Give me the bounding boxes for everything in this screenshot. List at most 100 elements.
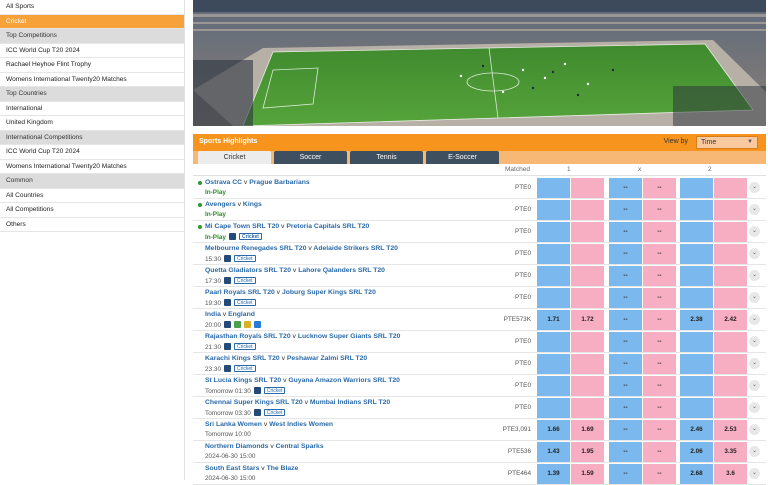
lay-odds-away[interactable]	[714, 244, 747, 264]
lay-odds-draw[interactable]: --	[643, 244, 676, 264]
lay-odds-home[interactable]	[571, 244, 604, 264]
sidebar-item[interactable]: Womens International Twenty20 Matches	[0, 160, 184, 174]
event-name-link[interactable]: Chennai Super Kings SRL T20 v Mumbai Ind…	[205, 399, 390, 406]
lay-odds-draw[interactable]: --	[643, 178, 676, 198]
back-odds-draw[interactable]: --	[609, 288, 642, 308]
back-odds-draw[interactable]: --	[609, 222, 642, 242]
lay-odds-draw[interactable]: --	[643, 398, 676, 418]
lay-odds-draw[interactable]: --	[643, 464, 676, 484]
back-odds-draw[interactable]: --	[609, 178, 642, 198]
lay-odds-away[interactable]: 3.6	[714, 464, 747, 484]
lay-odds-home[interactable]: 1.72	[571, 310, 604, 330]
lay-odds-away[interactable]	[714, 398, 747, 418]
back-odds-away[interactable]	[680, 398, 713, 418]
back-odds-away[interactable]	[680, 244, 713, 264]
back-odds-away[interactable]	[680, 332, 713, 352]
lay-odds-away[interactable]	[714, 288, 747, 308]
back-odds-home[interactable]	[537, 332, 570, 352]
lay-odds-draw[interactable]: --	[643, 288, 676, 308]
back-odds-draw[interactable]: --	[609, 200, 642, 220]
back-odds-home[interactable]	[537, 178, 570, 198]
tab-soccer[interactable]: Soccer	[274, 151, 347, 164]
back-odds-home[interactable]	[537, 266, 570, 286]
chevron-down-icon[interactable]: ⌄	[749, 446, 760, 457]
chevron-down-icon[interactable]: ⌄	[749, 248, 760, 259]
sidebar-item[interactable]: ICC World Cup T20 2024	[0, 145, 184, 160]
tab-cricket[interactable]: Cricket	[198, 151, 271, 164]
event-name-link[interactable]: Ostrava CC v Prague Barbarians	[205, 179, 310, 186]
back-odds-home[interactable]	[537, 222, 570, 242]
back-odds-away[interactable]	[680, 222, 713, 242]
back-odds-away[interactable]: 2.06	[680, 442, 713, 462]
lay-odds-home[interactable]: 1.59	[571, 464, 604, 484]
lay-odds-away[interactable]	[714, 266, 747, 286]
lay-odds-home[interactable]	[571, 398, 604, 418]
tab-e-soccer[interactable]: E-Soccer	[426, 151, 499, 164]
chevron-down-icon[interactable]: ⌄	[749, 292, 760, 303]
lay-odds-away[interactable]	[714, 178, 747, 198]
sidebar-item[interactable]: Womens International Twenty20 Matches	[0, 73, 184, 87]
lay-odds-home[interactable]: 1.95	[571, 442, 604, 462]
lay-odds-home[interactable]: 1.69	[571, 420, 604, 440]
back-odds-draw[interactable]: --	[609, 266, 642, 286]
event-name-link[interactable]: South East Stars v The Blaze	[205, 465, 298, 472]
sidebar-item[interactable]: International	[0, 102, 184, 116]
chevron-down-icon[interactable]: ⌄	[749, 402, 760, 413]
lay-odds-home[interactable]	[571, 200, 604, 220]
sidebar-item[interactable]: Others	[0, 218, 184, 232]
back-odds-away[interactable]	[680, 178, 713, 198]
sidebar-item[interactable]: United Kingdom	[0, 116, 184, 131]
lay-odds-home[interactable]	[571, 178, 604, 198]
lay-odds-away[interactable]: 3.35	[714, 442, 747, 462]
back-odds-draw[interactable]: --	[609, 398, 642, 418]
sidebar-item[interactable]: All Competitions	[0, 203, 184, 218]
back-odds-away[interactable]	[680, 376, 713, 396]
sidebar-item[interactable]: Rachael Heyhoe Flint Trophy	[0, 58, 184, 73]
back-odds-away[interactable]	[680, 266, 713, 286]
chevron-down-icon[interactable]: ⌄	[749, 358, 760, 369]
back-odds-draw[interactable]: --	[609, 442, 642, 462]
lay-odds-draw[interactable]: --	[643, 442, 676, 462]
back-odds-draw[interactable]: --	[609, 310, 642, 330]
back-odds-away[interactable]	[680, 354, 713, 374]
back-odds-home[interactable]: 1.39	[537, 464, 570, 484]
lay-odds-home[interactable]	[571, 266, 604, 286]
sidebar-item[interactable]: ICC World Cup T20 2024	[0, 44, 184, 58]
event-name-link[interactable]: Northern Diamonds v Central Sparks	[205, 443, 324, 450]
lay-odds-draw[interactable]: --	[643, 332, 676, 352]
back-odds-home[interactable]	[537, 354, 570, 374]
back-odds-home[interactable]	[537, 200, 570, 220]
back-odds-away[interactable]: 2.68	[680, 464, 713, 484]
sidebar-item[interactable]: All Countries	[0, 189, 184, 203]
chevron-down-icon[interactable]: ⌄	[749, 204, 760, 215]
back-odds-away[interactable]	[680, 288, 713, 308]
event-name-link[interactable]: Sri Lanka Women v West Indies Women	[205, 421, 333, 428]
back-odds-home[interactable]: 1.43	[537, 442, 570, 462]
lay-odds-draw[interactable]: --	[643, 354, 676, 374]
lay-odds-draw[interactable]: --	[643, 376, 676, 396]
lay-odds-home[interactable]	[571, 332, 604, 352]
back-odds-draw[interactable]: --	[609, 376, 642, 396]
event-name-link[interactable]: India v England	[205, 311, 255, 318]
chevron-down-icon[interactable]: ⌄	[749, 424, 760, 435]
event-name-link[interactable]: Melbourne Renegades SRL T20 v Adelaide S…	[205, 245, 398, 252]
back-odds-away[interactable]	[680, 200, 713, 220]
chevron-down-icon[interactable]: ⌄	[749, 182, 760, 193]
chevron-down-icon[interactable]: ⌄	[749, 468, 760, 479]
back-odds-draw[interactable]: --	[609, 420, 642, 440]
lay-odds-home[interactable]	[571, 376, 604, 396]
lay-odds-away[interactable]: 2.53	[714, 420, 747, 440]
lay-odds-away[interactable]	[714, 332, 747, 352]
back-odds-away[interactable]: 2.38	[680, 310, 713, 330]
lay-odds-home[interactable]	[571, 222, 604, 242]
back-odds-home[interactable]	[537, 376, 570, 396]
sidebar-item[interactable]: All Sports	[0, 0, 184, 15]
lay-odds-away[interactable]	[714, 354, 747, 374]
chevron-down-icon[interactable]: ⌄	[749, 380, 760, 391]
chevron-down-icon[interactable]: ⌄	[749, 314, 760, 325]
lay-odds-home[interactable]	[571, 354, 604, 374]
lay-odds-draw[interactable]: --	[643, 310, 676, 330]
back-odds-home[interactable]	[537, 244, 570, 264]
lay-odds-draw[interactable]: --	[643, 200, 676, 220]
back-odds-home[interactable]	[537, 398, 570, 418]
